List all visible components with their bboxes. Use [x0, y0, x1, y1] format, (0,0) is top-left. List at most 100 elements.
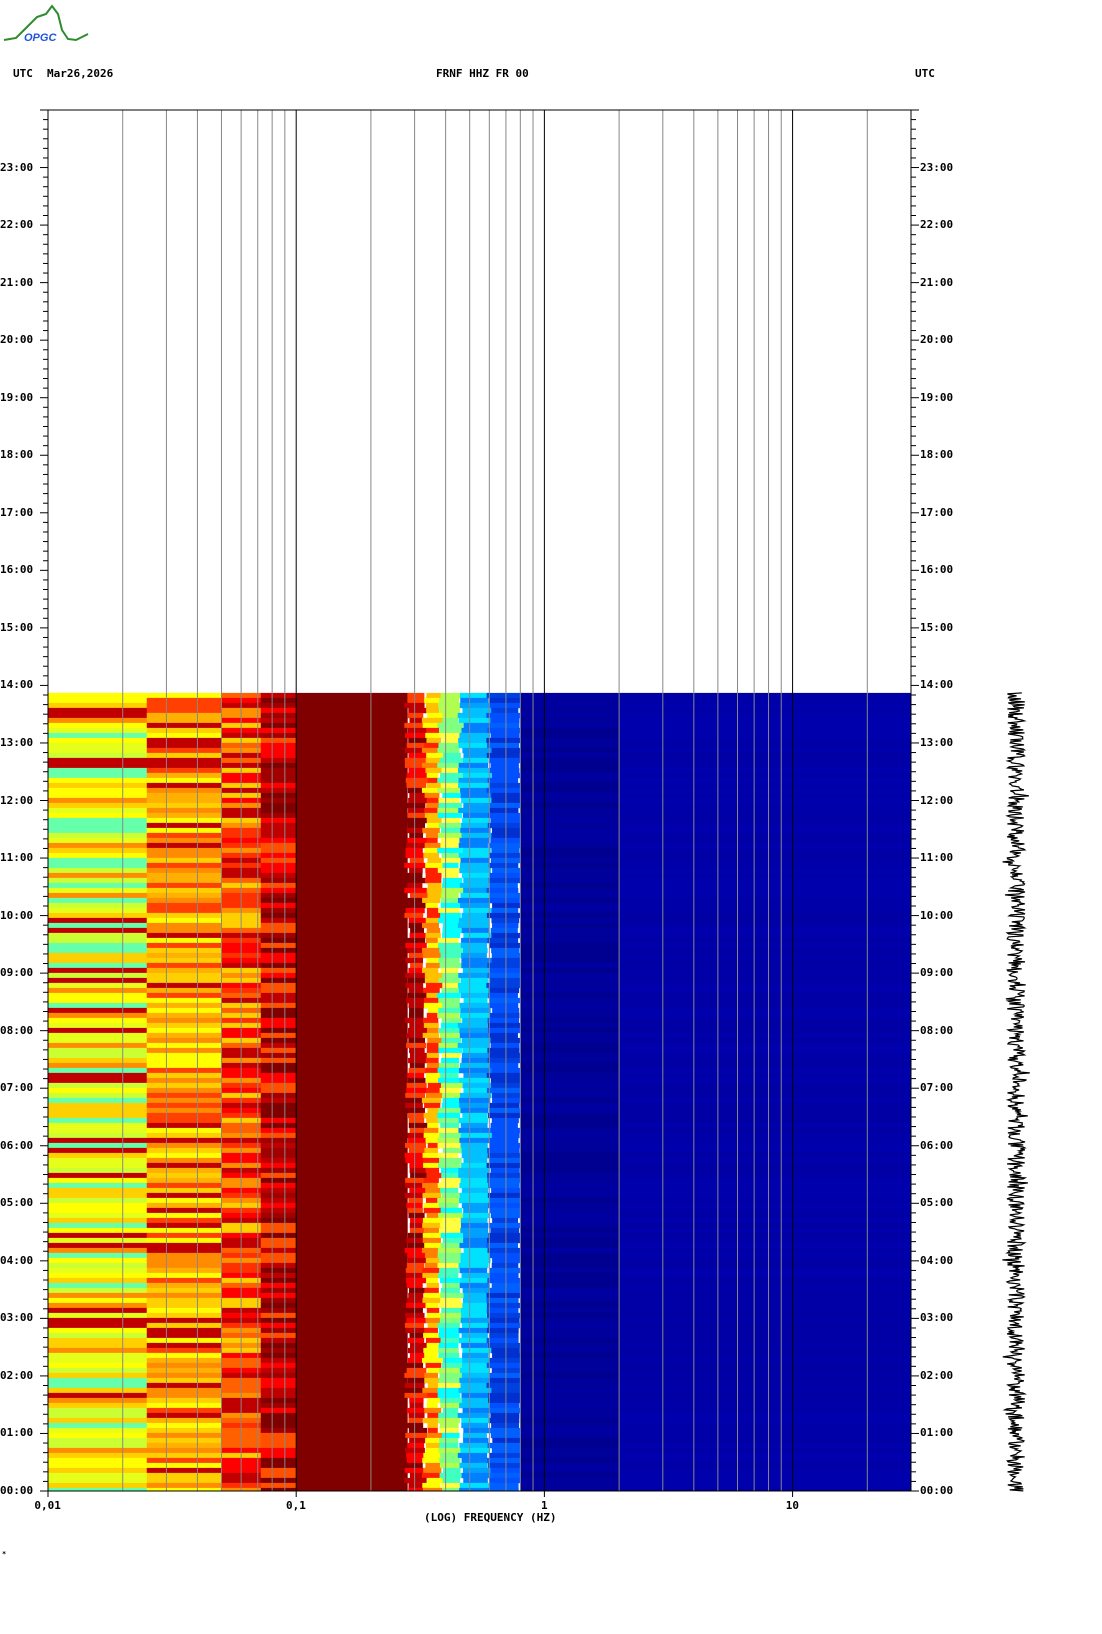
heatmap-cell: [440, 952, 462, 959]
heatmap-cell: [48, 1242, 148, 1249]
heatmap-cell: [439, 1267, 459, 1274]
heatmap-cell: [439, 962, 464, 969]
heatmap-cell: [460, 1107, 489, 1114]
heatmap-cell: [437, 787, 463, 794]
heatmap-cell: [146, 1062, 222, 1069]
heatmap-cell: [491, 1117, 519, 1124]
heatmap-cell: [520, 1447, 620, 1454]
heatmap-cell: [427, 882, 442, 889]
heatmap-cell: [437, 1387, 461, 1394]
heatmap-cell: [520, 1202, 620, 1209]
heatmap-cell: [438, 1377, 462, 1384]
heatmap-cell: [424, 877, 442, 884]
heatmap-cell: [260, 802, 297, 809]
heatmap-cell: [520, 747, 620, 754]
heatmap-cell: [146, 1482, 222, 1489]
heatmap-cell: [48, 972, 148, 979]
heatmap-cell: [146, 1342, 222, 1349]
heatmap-cell: [407, 712, 424, 719]
heatmap-cell: [408, 807, 425, 814]
x-axis-label: (LOG) FREQUENCY (HZ): [424, 1511, 557, 1524]
y-tick-label-right: 12:00: [920, 793, 954, 807]
heatmap-cell: [146, 1297, 222, 1304]
heatmap-cell: [520, 732, 620, 739]
heatmap-cell: [260, 912, 297, 919]
heatmap-cell: [491, 1092, 522, 1099]
heatmap-cell: [438, 997, 460, 1004]
heatmap-cell: [48, 1142, 148, 1149]
heatmap-cell: [260, 1382, 297, 1389]
heatmap-cell: [405, 1267, 425, 1274]
heatmap-cell: [296, 1052, 408, 1059]
heatmap-cell: [404, 1477, 427, 1484]
heatmap-cell: [146, 797, 222, 804]
heatmap-cell: [488, 1182, 520, 1189]
heatmap-cell: [438, 1062, 460, 1069]
heatmap-cell: [438, 1047, 462, 1054]
heatmap-cell: [146, 1197, 222, 1204]
heatmap-cell: [442, 1282, 461, 1289]
heatmap-cell: [520, 777, 620, 784]
heatmap-cell: [404, 1392, 428, 1399]
heatmap-cell: [260, 812, 297, 819]
heatmap-cell: [146, 837, 222, 844]
station-title: FRNF HHZ FR 00: [436, 67, 529, 80]
heatmap-cell: [461, 1397, 491, 1404]
heatmap-cell: [296, 742, 408, 749]
heatmap-cell: [296, 1272, 408, 1279]
heatmap-cell: [404, 887, 428, 894]
y-tick-label-left: 12:00: [0, 793, 34, 807]
heatmap-cell: [296, 767, 408, 774]
heatmap-cell: [48, 1472, 148, 1479]
heatmap-cell: [296, 1192, 408, 1199]
y-tick-label-right: 06:00: [920, 1138, 954, 1152]
heatmap-cell: [460, 827, 491, 834]
heatmap-cell: [437, 1247, 462, 1254]
heatmap-cell: [520, 932, 620, 939]
heatmap-cell: [422, 1237, 441, 1244]
heatmap-cell: [48, 1192, 148, 1199]
heatmap-cell: [260, 1152, 297, 1159]
heatmap-cell: [408, 1027, 428, 1034]
heatmap-cell: [146, 952, 222, 959]
heatmap-cell: [490, 1272, 519, 1279]
heatmap-cell: [437, 1117, 460, 1124]
heatmap-cell: [439, 1317, 462, 1324]
heatmap-cell: [260, 767, 297, 774]
heatmap-cell: [520, 1457, 620, 1464]
heatmap-cell: [408, 1292, 424, 1299]
heatmap-cell: [424, 1242, 443, 1249]
heatmap-cell: [146, 1457, 222, 1464]
heatmap-cell: [260, 1122, 297, 1129]
heatmap-cell: [520, 1147, 620, 1154]
heatmap-cell: [407, 1072, 425, 1079]
heatmap-cell: [146, 817, 222, 824]
heatmap-cell: [146, 1322, 222, 1329]
heatmap-cell: [48, 882, 148, 889]
heatmap-cell: [296, 832, 408, 839]
heatmap-cell: [409, 1332, 426, 1339]
heatmap-cell: [260, 937, 297, 944]
heatmap-cell: [48, 717, 148, 724]
heatmap-cell: [260, 1432, 297, 1439]
heatmap-cell: [408, 1427, 428, 1434]
heatmap-cell: [463, 1297, 491, 1304]
y-tick-label-right: 15:00: [920, 620, 954, 634]
heatmap-cell: [461, 1202, 490, 1209]
heatmap-cell: [427, 1432, 444, 1439]
heatmap-cell: [423, 852, 440, 859]
heatmap-cell: [437, 847, 464, 854]
heatmap-cell: [296, 1177, 408, 1184]
heatmap-cell: [260, 1252, 297, 1259]
heatmap-cell: [48, 867, 148, 874]
heatmap-cell: [463, 1437, 489, 1444]
heatmap-cell: [48, 822, 148, 829]
heatmap-cell: [407, 812, 427, 819]
heatmap-cell: [437, 937, 459, 944]
heatmap-cell: [424, 1372, 439, 1379]
heatmap-cell: [260, 792, 297, 799]
heatmap-cell: [427, 1122, 439, 1129]
heatmap-cell: [260, 1047, 297, 1054]
heatmap-cell: [296, 1392, 408, 1399]
heatmap-cell: [489, 1452, 522, 1459]
